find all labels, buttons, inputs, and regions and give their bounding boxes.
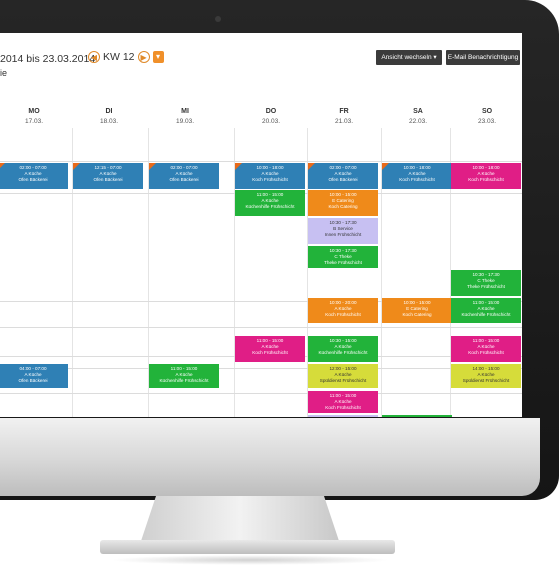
flag-icon [0, 163, 5, 170]
shift-block[interactable]: 10:00 - 18:00 A Küche Koch Frühschicht [451, 163, 521, 189]
shift-block[interactable]: 11:00 - 15:00A KücheKüchenhilfe Frühschi… [235, 190, 305, 216]
shift-block[interactable]: 10:00 - 15:00 E Catering Koch Catering [382, 298, 452, 323]
day-date: 23.03. [477, 118, 497, 125]
date-range: 2014 bis 23.03.2014 [0, 53, 96, 65]
shift-block[interactable]: 10:00 - 18:00 A Küche Koch Frühschicht [235, 163, 305, 189]
shift-block[interactable]: 11:00 - 15:00 A Küche Koch Frühschicht [235, 336, 305, 362]
shift-role: Koch Frühschicht [399, 177, 435, 183]
shift-role: Koch Frühschicht [468, 177, 504, 183]
monitor-stand [140, 496, 340, 544]
email-notification-button[interactable]: E-Mail Benachrichtigung [446, 50, 520, 65]
day-label: DO [265, 108, 277, 115]
shift-block[interactable]: 10:00 - 20:00 A Küche Koch Frühschicht [308, 298, 378, 323]
shift-calendar: MO 17.03. DI 18.03. MI 19.03. DO 20.03. FR 21.03.… [0, 108, 522, 417]
monitor-foot [100, 540, 395, 554]
calendar-icon[interactable]: ▾ [152, 51, 164, 63]
page-subtitle: ie [0, 68, 8, 78]
day-header-mo: MO 17.03. [0, 108, 70, 125]
shift-block[interactable]: 14:00 - 15:00 A Küche Spüldienst Frühschic… [451, 364, 521, 388]
shift-block[interactable]: 02:00 - 07:00 A Küche Ofen Bäckerei [0, 163, 68, 189]
switch-view-button[interactable]: Ansicht wechseln ▾ [376, 50, 442, 65]
day-date: 21.03. [334, 118, 354, 125]
shift-role: Küchenhilfe Frühschicht [461, 312, 511, 318]
flag-icon [149, 163, 156, 170]
day-label: SO [481, 108, 493, 115]
week-label: KW 12 [103, 51, 135, 63]
day-header-fr: FR 21.03. [308, 108, 380, 125]
day-label: FR [339, 108, 349, 115]
shift-block[interactable]: 02:00 - 07:00 A Küche Ofen Bäckerei [308, 163, 378, 189]
week-navigator: ◀ KW 12 ▶ ▾ [88, 51, 164, 63]
shift-block[interactable]: 11:00 - 15:00A KücheKüchenhilfe Frühschi… [451, 298, 521, 323]
monitor-chin [0, 418, 540, 496]
shift-block[interactable]: 16:00 - 00:00A KücheKoch Spätschicht [308, 415, 378, 417]
row-divider [0, 368, 522, 369]
day-header-di: DI 18.03. [73, 108, 145, 125]
flag-icon [382, 163, 389, 170]
flag-icon [73, 163, 80, 170]
day-label: MI [181, 108, 189, 115]
shift-block[interactable]: 10:30 - 17:30 C Theke Theke Frühschicht [451, 270, 521, 296]
row-divider [0, 327, 522, 328]
shift-role: Koch Frühschicht [468, 350, 504, 356]
day-date: 20.03. [261, 118, 281, 125]
row-divider [0, 161, 522, 162]
shift-block[interactable]: 10:00 - 18:00 A Küche Koch Frühschicht [382, 163, 452, 189]
stand-shadow [110, 555, 390, 565]
shift-block[interactable]: 10:00 - 15:00 E Catering Koch Catering [308, 190, 378, 216]
screen: 2014 bis 23.03.2014 ◀ KW 12 ▶ ▾ ie Ansic… [0, 33, 522, 417]
day-date: 17.03. [24, 118, 44, 125]
shift-block[interactable]: 11:00 - 15:00 A Küche Koch Frühschicht [451, 336, 521, 362]
shift-block[interactable]: 10:30 - 17:30 C Theke Theke Frühschicht [308, 246, 378, 268]
shift-role: Küchenhilfe Frühschicht [245, 204, 295, 210]
shift-role: Ofen Bäckerei [18, 177, 48, 183]
shift-block[interactable]: 11:00 - 15:00A KücheKüchenhilfe Frühschi… [149, 364, 219, 388]
flag-icon [235, 163, 242, 170]
shift-role: Theke Frühschicht [467, 284, 505, 290]
shift-block[interactable]: 10:30 - 17:30 B Service Innen Frühschicht [308, 218, 378, 244]
camera-icon [215, 16, 221, 22]
shift-role: Koch Frühschicht [325, 312, 361, 318]
day-date: 18.03. [99, 118, 119, 125]
previous-week-icon[interactable]: ◀ [88, 51, 100, 63]
day-date: 19.03. [175, 118, 195, 125]
shift-block[interactable]: 12:15 - 07:00 A Küche Ofen Bäckerei [73, 163, 143, 189]
shift-role: Theke Frühschicht [324, 260, 362, 266]
shift-role: Koch Frühschicht [325, 405, 361, 411]
day-header-sa: SA 22.03. [382, 108, 454, 125]
shift-role: Koch Frühschicht [252, 177, 288, 183]
shift-block[interactable]: 10:30 - 15:00 A Küche Küchenhilfe Frühschi… [308, 336, 378, 362]
shift-role: Ofen Bäckerei [328, 177, 358, 183]
shift-role: Ofen Bäckerei [169, 177, 199, 183]
shift-role: Küchenhilfe Frühschicht [318, 350, 368, 356]
shift-role: Koch Frühschicht [252, 350, 288, 356]
shift-role: Koch Catering [402, 312, 432, 318]
shift-block[interactable]: 02:00 - 07:00 A Küche Ofen Bäckerei [149, 163, 219, 189]
shift-role: Ofen Bäckerei [93, 177, 123, 183]
shift-block[interactable]: 11:00 - 15:00A KücheKüchenhilfe Frühschi… [382, 415, 452, 417]
shift-block[interactable]: 12:00 - 15:00 A Küche Spüldienst Frühschic… [308, 364, 378, 388]
day-header-mi: MI 19.03. [149, 108, 221, 125]
day-label: SA [413, 108, 423, 115]
shift-role: Ofen Bäckerei [18, 378, 48, 384]
shift-role: Spüldienst Frühschicht [462, 378, 510, 384]
shift-block[interactable]: 11:00 - 15:00 A Küche Koch Frühschicht [308, 391, 378, 413]
shift-role: Spüldienst Frühschicht [319, 378, 367, 384]
day-date: 22.03. [408, 118, 428, 125]
shift-block[interactable]: 04:00 - 07:00 A Küche Ofen Bäckerei [0, 364, 68, 388]
shift-role: Innen Frühschicht [324, 232, 362, 238]
day-header-so: SO 23.03. [451, 108, 522, 125]
day-header-do: DO 20.03. [235, 108, 307, 125]
flag-icon [308, 163, 315, 170]
shift-role: Koch Catering [328, 204, 358, 210]
day-label: MO [28, 108, 40, 115]
shift-role: Küchenhilfe Frühschicht [159, 378, 209, 384]
next-week-icon[interactable]: ▶ [137, 51, 150, 63]
day-label: DI [105, 108, 113, 115]
row-divider [0, 393, 522, 394]
